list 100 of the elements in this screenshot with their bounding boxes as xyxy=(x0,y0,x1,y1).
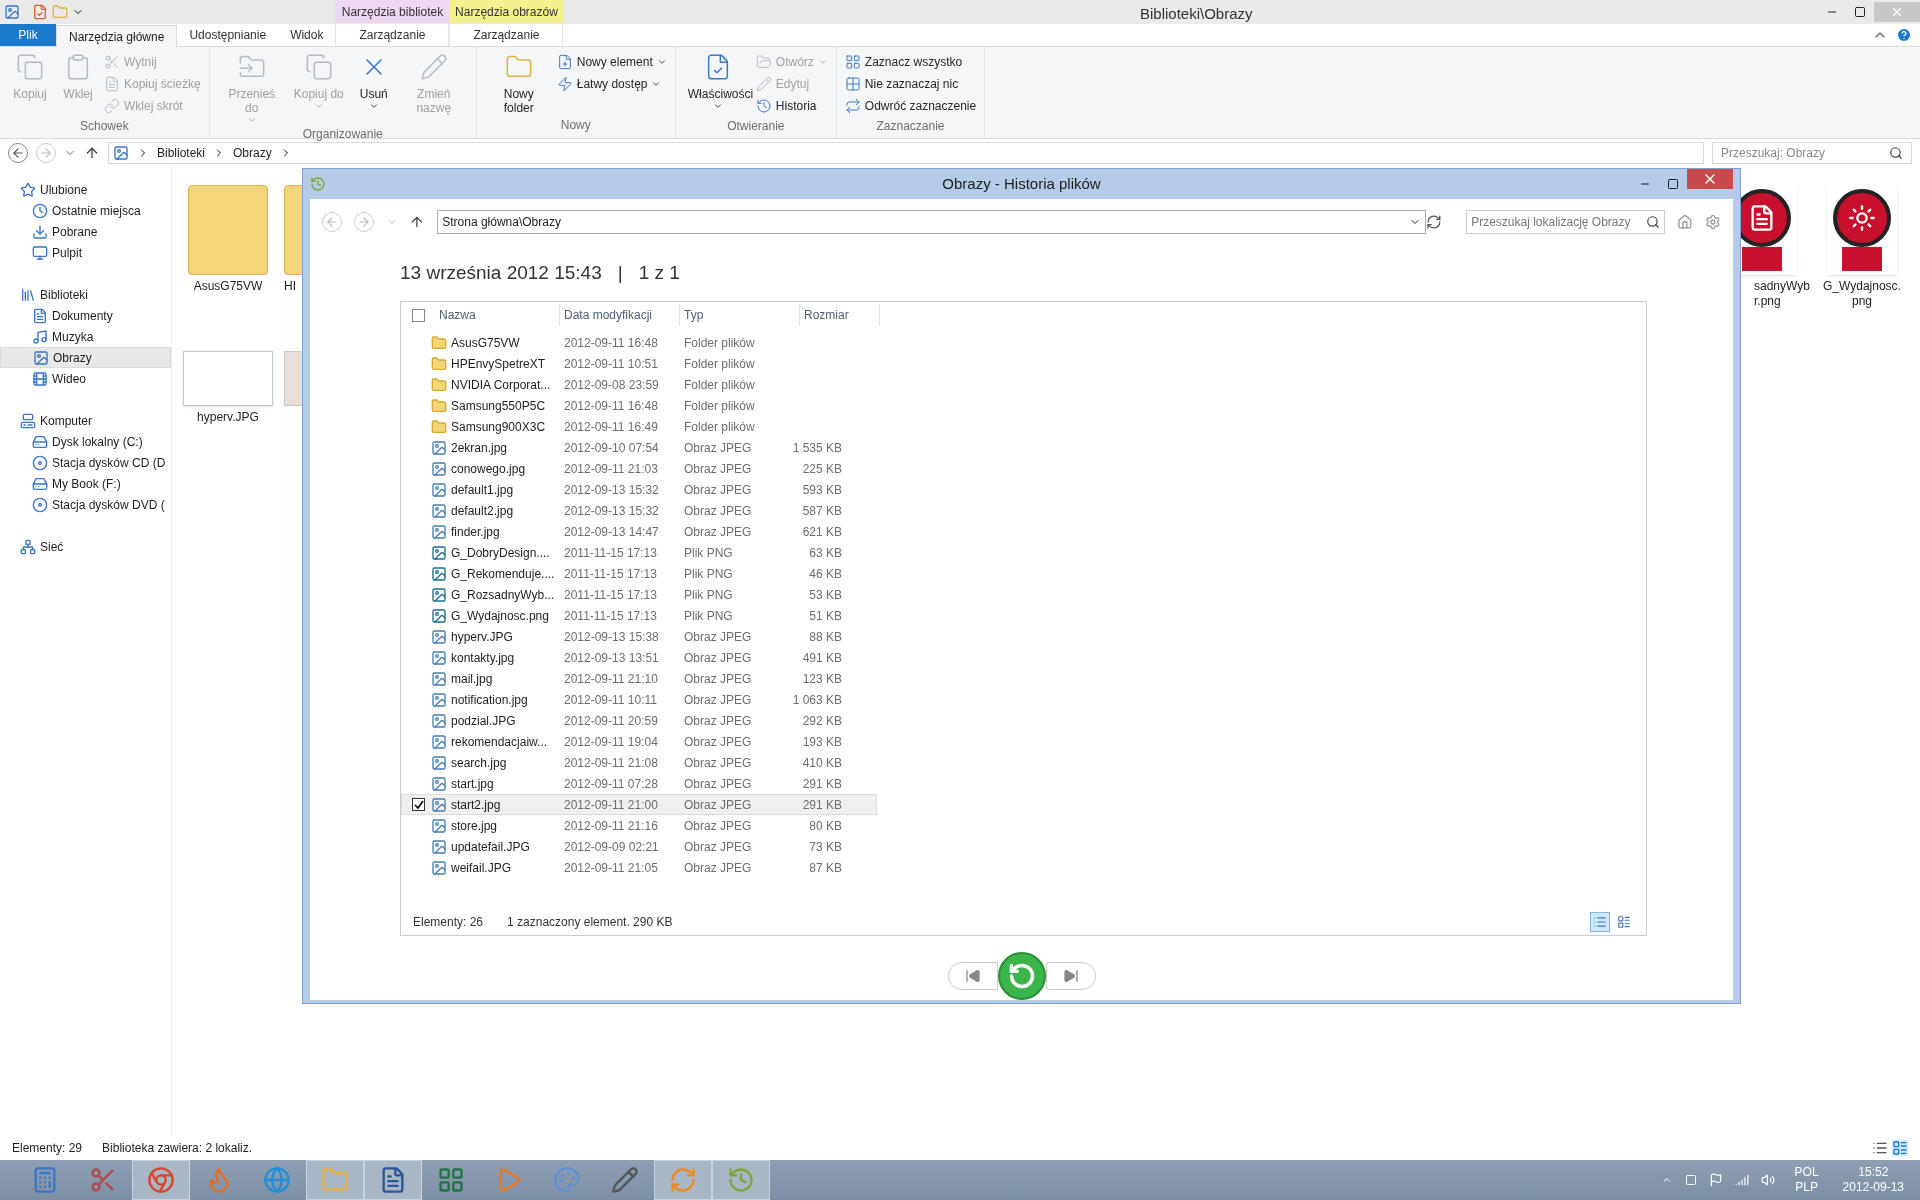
refresh-button[interactable] xyxy=(1426,214,1443,230)
nav-item[interactable]: Pulpit xyxy=(0,242,171,263)
ribbon-button[interactable]: Usuń xyxy=(351,47,396,125)
file-row[interactable]: search.jpg 2012-09-11 21:08 Obraz JPEG 410 KB xyxy=(401,752,877,773)
ribbon-tab[interactable]: Udostępnianie xyxy=(177,24,279,46)
file-row[interactable]: default1.jpg 2012-09-13 15:32 Obraz JPEG 593 KB xyxy=(401,479,877,500)
network-signal-icon[interactable] xyxy=(1734,1173,1749,1187)
taskbar-app[interactable] xyxy=(364,1160,422,1200)
file-row[interactable]: AsusG75VW 2012-09-11 16:48 Folder plików xyxy=(401,332,877,353)
row-checkbox[interactable] xyxy=(412,798,425,811)
caret-icon xyxy=(313,101,324,111)
file-row[interactable]: Samsung900X3C 2012-09-11 16:49 Folder plików xyxy=(401,416,877,437)
nav-item[interactable]: My Book (F:) xyxy=(0,473,171,494)
properties-icon[interactable] xyxy=(32,4,48,20)
search-field[interactable]: Przeszukaj: Obrazy xyxy=(1712,142,1912,164)
nav-item[interactable]: Obrazy xyxy=(0,347,171,368)
file-row[interactable]: conowego.jpg 2012-09-11 21:03 Obraz JPEG 225 KB xyxy=(401,458,877,479)
file-row[interactable]: start2.jpg 2012-09-11 21:00 Obraz JPEG 291 KB xyxy=(401,794,877,815)
details-view-icon[interactable] xyxy=(1872,1140,1888,1156)
nav-item[interactable]: Muzyka xyxy=(0,326,171,347)
column-header[interactable]: Data modyfikacji xyxy=(560,304,680,326)
file-row[interactable]: weifail.JPG 2012-09-11 21:05 Obraz JPEG 87 KB xyxy=(401,857,877,878)
checkmark-icon xyxy=(413,799,424,810)
ribbon-button[interactable]: Nowy folder xyxy=(484,47,553,116)
folder-icon[interactable] xyxy=(52,4,68,20)
file-row[interactable]: kontakty.jpg 2012-09-13 13:51 Obraz JPEG 491 KB xyxy=(401,647,877,668)
file-row[interactable]: hyperv.JPG 2012-09-13 15:38 Obraz JPEG 88 KB xyxy=(401,626,877,647)
nav-item[interactable]: Biblioteki xyxy=(0,284,171,305)
file-row[interactable]: 2ekran.jpg 2012-09-10 07:54 Obraz JPEG 1 535 KB xyxy=(401,437,877,458)
ribbon-tab[interactable]: Zarządzanie xyxy=(449,23,564,46)
file-row[interactable]: rekomendacjaiw... 2012-09-11 19:04 Obraz JPEG 193 KB xyxy=(401,731,877,752)
ribbon-button[interactable]: Nie zaznaczaj nic xyxy=(844,73,977,95)
up-button[interactable] xyxy=(84,145,100,161)
ribbon-button[interactable]: Właściwości xyxy=(683,47,752,117)
address-bar[interactable]: Biblioteki Obrazy xyxy=(108,142,1704,164)
file-row[interactable]: updatefail.JPG 2012-09-09 02:21 Obraz JPEG 73 KB xyxy=(401,836,877,857)
select-all-checkbox[interactable] xyxy=(412,308,425,322)
file-row[interactable]: default2.jpg 2012-09-13 15:32 Obraz JPEG 587 KB xyxy=(401,500,877,521)
file-row[interactable]: start.jpg 2012-09-11 07:28 Obraz JPEG 291 KB xyxy=(401,773,877,794)
file-row[interactable]: HPEnvySpetreXT 2012-09-11 10:51 Folder plików xyxy=(401,353,877,374)
image-file-icon xyxy=(431,691,447,708)
help-icon[interactable] xyxy=(1896,27,1912,43)
file-name[interactable]: G_Wydajnosc.png xyxy=(1820,279,1904,309)
image-file-icon xyxy=(431,523,447,540)
disc-icon xyxy=(32,496,48,513)
computer-icon xyxy=(20,412,36,429)
nav-item[interactable]: Stacja dysków CD (D xyxy=(0,452,171,473)
nav-item[interactable]: Wideo xyxy=(0,368,171,389)
file-tab[interactable]: Plik xyxy=(0,24,56,46)
caret-icon xyxy=(817,57,828,67)
address-bar[interactable]: Strona główna\Obrazy xyxy=(437,210,1427,234)
file-row[interactable]: G_RozsadnyWyb... 2011-11-15 17:13 Plik PNG 53 KB xyxy=(401,584,877,605)
file-name-cell-text: store.jpg xyxy=(451,817,499,835)
nav-item[interactable]: Ostatnie miejsca xyxy=(0,200,171,221)
settings-icon[interactable] xyxy=(1705,214,1721,230)
file-row[interactable]: notification.jpg 2012-09-11 10:11 Obraz JPEG 1 063 KB xyxy=(401,689,877,710)
ribbon-group-label: Otwieranie xyxy=(726,118,786,135)
nav-item[interactable]: Ulubione xyxy=(0,179,171,200)
ribbon-tab[interactable]: Widok xyxy=(278,24,336,46)
file-name[interactable]: sadnyWybr.png xyxy=(1754,279,1812,309)
column-header[interactable]: Nazwa xyxy=(435,304,560,326)
file-row[interactable]: finder.jpg 2012-09-13 14:47 Obraz JPEG 621 KB xyxy=(401,521,877,542)
file-row[interactable]: Samsung550P5C 2012-09-11 16:48 Folder plików xyxy=(401,395,877,416)
home-icon[interactable] xyxy=(1677,214,1694,230)
volume-icon[interactable] xyxy=(1760,1173,1775,1187)
taskbar-app[interactable] xyxy=(132,1160,190,1200)
window-title: Biblioteki\Obrazy xyxy=(1140,4,1253,24)
breadcrumb-item[interactable]: Biblioteki xyxy=(157,144,206,162)
flag-icon[interactable] xyxy=(1708,1173,1723,1187)
nav-item[interactable]: Sieć xyxy=(0,536,171,557)
ribbon-button[interactable]: Historia xyxy=(755,95,828,117)
details-view-button[interactable] xyxy=(1590,912,1610,932)
image-file-icon xyxy=(431,754,447,771)
nav-item[interactable]: Stacja dysków DVD ( xyxy=(0,494,171,515)
file-row[interactable]: mail.jpg 2012-09-11 21:10 Obraz JPEG 123 KB xyxy=(401,668,877,689)
ribbon-button[interactable]: Łatwy dostęp xyxy=(556,73,667,95)
file-name[interactable]: AsusG75VW xyxy=(186,279,270,294)
file-row[interactable]: NVIDIA Corporat... 2012-09-08 23:59 Folder plików xyxy=(401,374,877,395)
breadcrumb-item[interactable]: Obrazy xyxy=(233,144,272,162)
file-row[interactable]: podzial.JPG 2012-09-11 20:59 Obraz JPEG 292 KB xyxy=(401,710,877,731)
file-row[interactable]: G_Wydajnosc.png 2011-11-15 17:13 Plik PNG 51 KB xyxy=(401,605,877,626)
column-header[interactable]: Rozmiar xyxy=(800,304,880,326)
nav-item[interactable]: Dysk lokalny (C:) xyxy=(0,431,171,452)
column-header[interactable]: Typ xyxy=(680,304,800,326)
search-field[interactable]: Przeszukaj lokalizację Obrazy xyxy=(1466,210,1666,234)
ribbon-button[interactable]: Nowy element xyxy=(556,51,667,73)
file-row[interactable]: store.jpg 2012-09-11 21:16 Obraz JPEG 80 KB xyxy=(401,815,877,836)
nav-item[interactable]: Pobrane xyxy=(0,221,171,242)
ribbon-button[interactable]: Zaznacz wszystko xyxy=(844,51,977,73)
nav-item[interactable]: Dokumenty xyxy=(0,305,171,326)
ribbon-button[interactable]: Odwróć zaznaczenie xyxy=(844,95,977,117)
file-row[interactable]: G_DobryDesign.... 2011-11-15 17:13 Plik PNG 63 KB xyxy=(401,542,877,563)
snapshot-date: 13 września 2012 15:43 xyxy=(400,260,602,285)
tray-app-icon[interactable] xyxy=(1684,1174,1697,1186)
ribbon-tab[interactable]: Narzędzia główne xyxy=(56,25,178,47)
large-icons-view-icon[interactable] xyxy=(1892,1140,1908,1156)
ribbon-tab[interactable]: Zarządzanie xyxy=(335,23,450,46)
file-row[interactable]: G_Rekomenduje.... 2011-11-15 17:13 Plik PNG 46 KB xyxy=(401,563,877,584)
file-name[interactable]: hyperv.JPG xyxy=(186,410,270,425)
nav-item[interactable]: Komputer xyxy=(0,410,171,431)
